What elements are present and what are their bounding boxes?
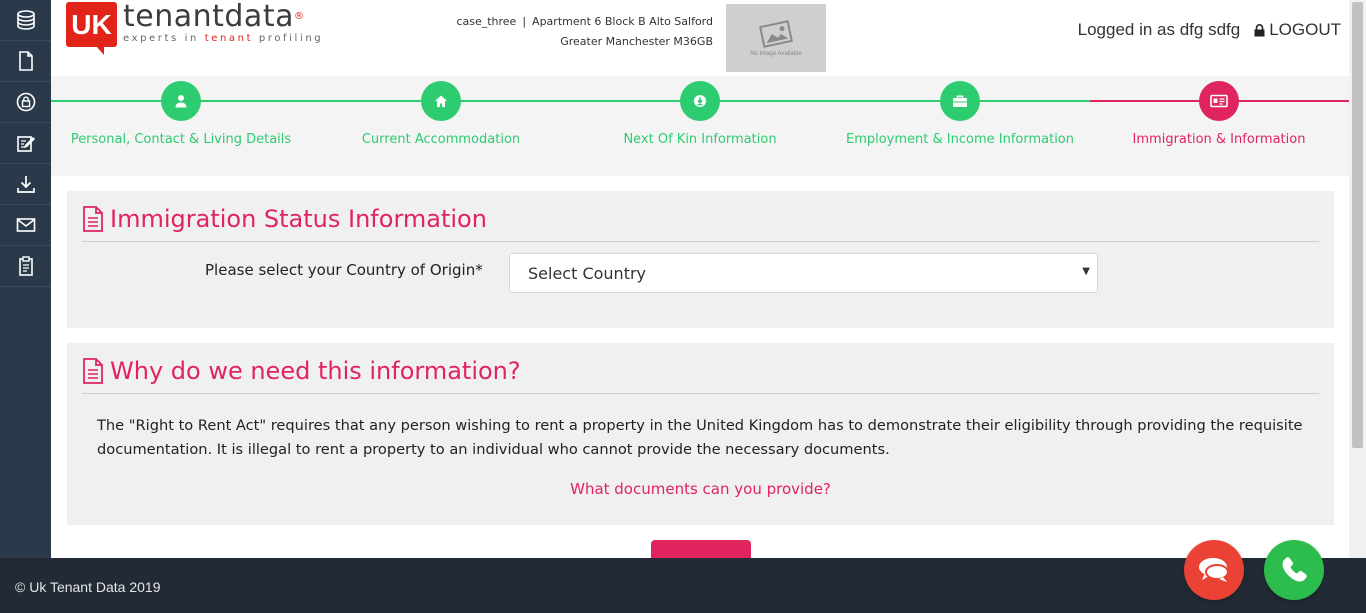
no-image-text: No Image Available xyxy=(750,51,802,57)
document-icon xyxy=(83,206,103,232)
step-label: Employment & Income Information xyxy=(845,132,1074,147)
lock-icon xyxy=(1254,23,1265,36)
chat-button[interactable] xyxy=(1184,540,1244,600)
panel-title: Why do we need this information? xyxy=(110,357,521,385)
document-icon xyxy=(18,51,33,71)
step-label: Current Accommodation xyxy=(361,132,521,147)
call-button[interactable] xyxy=(1264,540,1324,600)
sidebar-item-database[interactable] xyxy=(0,0,51,41)
lock-icon xyxy=(16,92,35,112)
sidebar-item-download[interactable] xyxy=(0,164,51,205)
database-icon xyxy=(16,10,35,30)
step-current-accommodation[interactable]: Current Accommodation xyxy=(311,81,571,147)
chat-icon xyxy=(1199,558,1229,582)
logout-button[interactable]: LOGOUT xyxy=(1254,20,1341,40)
logged-in-text: Logged in as dfg sdfg xyxy=(1077,20,1241,39)
logo-text: tenantdata® experts in tenant profiling xyxy=(123,0,324,45)
sidebar xyxy=(0,0,51,558)
edit-icon xyxy=(16,136,35,152)
step-immigration[interactable]: Immigration & Information xyxy=(1089,81,1349,147)
immigration-status-panel: Immigration Status Information Please se… xyxy=(67,191,1334,328)
phone-icon xyxy=(1282,557,1307,582)
image-placeholder-icon xyxy=(759,20,793,48)
briefcase-icon xyxy=(953,95,967,107)
footer: © Uk Tenant Data 2019 xyxy=(0,558,1366,613)
vertical-scrollbar[interactable] xyxy=(1349,0,1366,558)
documents-link[interactable]: What documents can you provide? xyxy=(67,480,1334,498)
mail-icon xyxy=(16,218,35,232)
panel-header: Why do we need this information? xyxy=(67,343,1334,385)
step-employment-income[interactable]: Employment & Income Information xyxy=(830,81,1090,147)
sidebar-item-edit[interactable] xyxy=(0,123,51,164)
sidebar-item-clipboard[interactable] xyxy=(0,246,51,287)
user-area: Logged in as dfg sdfg LOGOUT xyxy=(1078,20,1341,40)
document-icon xyxy=(83,358,103,384)
sidebar-item-lock[interactable] xyxy=(0,82,51,123)
panel-title: Immigration Status Information xyxy=(110,205,487,233)
country-label: Please select your Country of Origin* xyxy=(205,261,483,279)
panel-header: Immigration Status Information xyxy=(67,191,1334,233)
step-personal-details[interactable]: Personal, Contact & Living Details xyxy=(51,81,311,147)
logo-name: tenantdata xyxy=(123,0,294,34)
country-select[interactable]: Select Country ▼ xyxy=(509,253,1098,293)
copyright-text: © Uk Tenant Data 2019 xyxy=(15,579,161,595)
logout-label: LOGOUT xyxy=(1269,20,1341,39)
home-icon xyxy=(435,95,447,107)
address-line-1: Apartment 6 Block B Alto Salford xyxy=(532,15,713,28)
caret-down-icon: ▼ xyxy=(1082,266,1090,277)
logo-registered-mark: ® xyxy=(293,11,305,22)
sidebar-item-mail[interactable] xyxy=(0,205,51,246)
id-card-icon xyxy=(1210,94,1228,108)
case-separator: | xyxy=(522,15,527,28)
user-icon xyxy=(175,95,187,108)
logo-mark: UK xyxy=(66,2,117,55)
why-info-panel: Why do we need this information? The "Ri… xyxy=(67,343,1334,525)
logo-tagline: experts in tenant profiling xyxy=(123,33,324,44)
step-label: Immigration & Information xyxy=(1132,132,1306,147)
address-line-2: Greater Manchester M36GB xyxy=(560,35,713,48)
step-next-of-kin[interactable]: Next Of Kin Information xyxy=(570,81,830,147)
country-select-value: Select Country xyxy=(528,264,647,283)
header: UK tenantdata® experts in tenant profili… xyxy=(51,0,1349,76)
divider xyxy=(82,241,1319,242)
case-name: case_three xyxy=(456,15,517,28)
case-info: case_three | Apartment 6 Block B Alto Salf… xyxy=(451,12,713,52)
sidebar-item-document[interactable] xyxy=(0,41,51,82)
right-to-rent-paragraph: The "Right to Rent Act" requires that an… xyxy=(97,417,1303,458)
clipboard-icon xyxy=(18,256,33,276)
step-label: Next Of Kin Information xyxy=(623,132,777,147)
scrollbar-thumb[interactable] xyxy=(1352,2,1363,448)
info-icon xyxy=(694,95,706,107)
step-label: Personal, Contact & Living Details xyxy=(70,132,292,147)
download-icon xyxy=(16,176,35,193)
progress-steps: Personal, Contact & Living Details Curre… xyxy=(51,76,1349,176)
logo[interactable]: UK tenantdata® experts in tenant profili… xyxy=(66,0,324,55)
property-image-placeholder: No Image Available xyxy=(726,4,826,72)
